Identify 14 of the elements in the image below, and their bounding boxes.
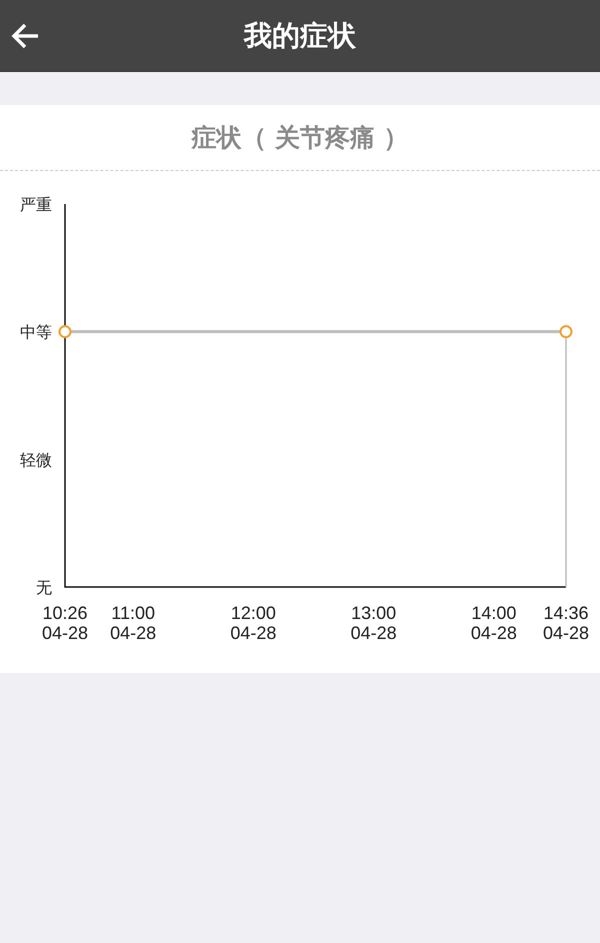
- data-point: [58, 325, 72, 338]
- page-title: 我的症状: [244, 18, 356, 54]
- y-axis-label: 严重: [20, 195, 52, 214]
- y-axis-label: 无: [36, 578, 52, 597]
- y-axis-label: 轻微: [20, 450, 52, 470]
- x-axis-label: 13:00 04-28: [350, 603, 397, 643]
- data-point: [560, 325, 572, 338]
- x-axis-label: 12:00 04-28: [230, 603, 276, 643]
- x-axis-label: 10:26 04-28: [42, 603, 88, 643]
- x-axis-label: 11:00 04-28: [110, 603, 156, 643]
- chart-title: 症状（ 关节疼痛 ）: [191, 122, 409, 154]
- x-axis-label: 14:36 04-28: [542, 603, 590, 643]
- x-axis-label: 14:00 04-28: [470, 603, 517, 643]
- y-axis-label: 中等: [20, 322, 52, 342]
